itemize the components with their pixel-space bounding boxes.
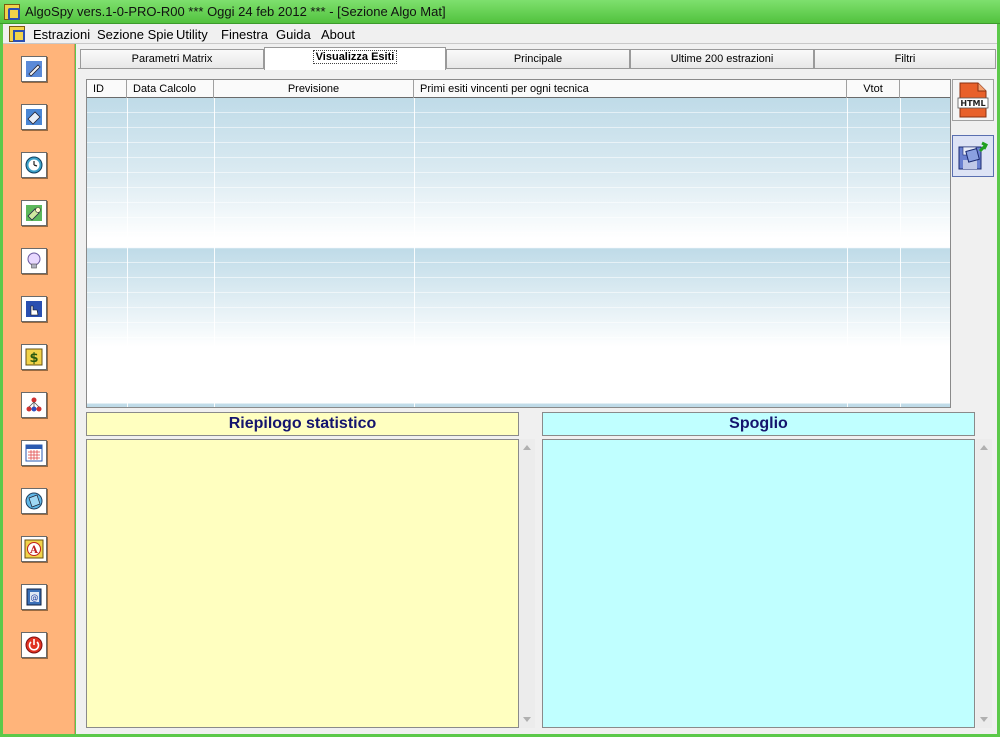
tab-ultime-200-estrazioni[interactable]: Ultime 200 estrazioni bbox=[630, 49, 814, 69]
menu-bar: Estrazioni Sezione Spie Utility Finestra… bbox=[3, 24, 997, 44]
calendar-icon bbox=[25, 444, 43, 462]
tab-label: Principale bbox=[513, 53, 563, 65]
menu-sezione-spie[interactable]: Sezione Spie bbox=[97, 27, 174, 42]
svg-text:$: $ bbox=[29, 351, 38, 366]
grid-row-lines bbox=[87, 98, 950, 407]
hand-pointer-icon bbox=[26, 301, 42, 317]
grid-column-line bbox=[214, 98, 215, 407]
client-area: Parametri Matrix Visualizza Esiti Princi… bbox=[76, 44, 997, 734]
grid-body[interactable] bbox=[87, 98, 950, 407]
sidebar-dollar-button[interactable]: $ bbox=[21, 344, 47, 370]
grid-column-line bbox=[847, 98, 848, 407]
window-titlebar: AlgoSpy vers.1-0-PRO-R00 *** Oggi 24 feb… bbox=[0, 0, 1000, 24]
scroll-down-icon[interactable] bbox=[523, 717, 531, 722]
riepilogo-statistico-textarea[interactable] bbox=[86, 439, 519, 728]
menu-finestra[interactable]: Finestra bbox=[221, 27, 268, 42]
clock-icon bbox=[25, 156, 43, 174]
riepilogo-scrollbar[interactable] bbox=[519, 439, 535, 728]
letter-a-icon: A bbox=[24, 539, 44, 559]
grid-header: ID Data Calcolo Previsione Primi esiti v… bbox=[87, 80, 950, 98]
tab-principale[interactable]: Principale bbox=[446, 49, 630, 69]
flashlight-icon bbox=[26, 205, 42, 221]
network-icon bbox=[26, 397, 42, 412]
column-header-id[interactable]: ID bbox=[87, 80, 127, 98]
grid-column-line bbox=[900, 98, 901, 407]
column-header-primi-esiti[interactable]: Primi esiti vincenti per ogni tecnica bbox=[414, 80, 847, 98]
power-icon bbox=[25, 636, 43, 654]
tab-parametri-matrix[interactable]: Parametri Matrix bbox=[80, 49, 264, 69]
sidebar-network-button[interactable] bbox=[21, 392, 47, 418]
tab-divider bbox=[78, 68, 996, 69]
results-grid[interactable]: ID Data Calcolo Previsione Primi esiti v… bbox=[86, 79, 951, 408]
sidebar-power-button[interactable] bbox=[21, 632, 47, 658]
menu-app-icon[interactable] bbox=[9, 26, 25, 42]
tab-visualizza-esiti[interactable]: Visualizza Esiti bbox=[264, 47, 446, 70]
pencil-icon bbox=[26, 61, 42, 77]
scroll-down-icon[interactable] bbox=[980, 717, 988, 722]
column-header-vtot[interactable]: Vtot bbox=[847, 80, 900, 98]
lightbulb-icon bbox=[27, 252, 41, 269]
sidebar-calendar-button[interactable] bbox=[21, 440, 47, 466]
spoglio-title: Spoglio bbox=[542, 412, 975, 436]
menu-about[interactable]: About bbox=[321, 27, 355, 42]
tab-label: Parametri Matrix bbox=[131, 53, 213, 65]
sidebar-address-book-button[interactable]: @ bbox=[21, 584, 47, 610]
html-file-icon: HTML bbox=[957, 82, 989, 118]
grid-column-line bbox=[127, 98, 128, 407]
export-html-button[interactable]: HTML bbox=[952, 79, 994, 121]
tab-filtri[interactable]: Filtri bbox=[814, 49, 996, 69]
column-header-data-calcolo[interactable]: Data Calcolo bbox=[127, 80, 214, 98]
sidebar-pencil-button[interactable] bbox=[21, 56, 47, 82]
sidebar-eraser-button[interactable] bbox=[21, 104, 47, 130]
eraser-icon bbox=[26, 109, 42, 125]
svg-text:A: A bbox=[29, 545, 38, 556]
sidebar-letter-a-button[interactable]: A bbox=[21, 536, 47, 562]
svg-text:@: @ bbox=[31, 593, 39, 602]
riepilogo-statistico-title: Riepilogo statistico bbox=[86, 412, 519, 436]
grid-column-line bbox=[414, 98, 415, 407]
sidebar: $ A @ bbox=[3, 44, 75, 734]
spoglio-scrollbar[interactable] bbox=[976, 439, 992, 728]
address-book-icon: @ bbox=[26, 588, 42, 606]
scroll-up-icon[interactable] bbox=[523, 445, 531, 450]
menu-utility[interactable]: Utility bbox=[176, 27, 208, 42]
sidebar-flashlight-button[interactable] bbox=[21, 200, 47, 226]
save-export-button[interactable] bbox=[952, 135, 994, 177]
sidebar-hand-button[interactable] bbox=[21, 296, 47, 322]
column-header-previsione[interactable]: Previsione bbox=[214, 80, 414, 98]
html-icon-text: HTML bbox=[960, 99, 985, 108]
tab-label: Ultime 200 estrazioni bbox=[670, 53, 774, 65]
spoglio-textarea[interactable] bbox=[542, 439, 975, 728]
menu-guida[interactable]: Guida bbox=[276, 27, 311, 42]
window-title: AlgoSpy vers.1-0-PRO-R00 *** Oggi 24 feb… bbox=[25, 4, 446, 19]
scroll-up-icon[interactable] bbox=[980, 445, 988, 450]
shape-icon bbox=[25, 492, 43, 510]
sidebar-shape-button[interactable] bbox=[21, 488, 47, 514]
tab-label: Visualizza Esiti bbox=[312, 50, 398, 64]
column-header-extra[interactable] bbox=[900, 80, 950, 98]
app-icon bbox=[4, 4, 20, 20]
dollar-icon: $ bbox=[25, 348, 43, 366]
menu-estrazioni[interactable]: Estrazioni bbox=[33, 27, 90, 42]
sidebar-lightbulb-button[interactable] bbox=[21, 248, 47, 274]
sidebar-clock-button[interactable] bbox=[21, 152, 47, 178]
floppy-save-icon bbox=[958, 141, 989, 170]
tab-label: Filtri bbox=[894, 53, 916, 65]
tab-strip: Parametri Matrix Visualizza Esiti Princi… bbox=[78, 47, 996, 70]
